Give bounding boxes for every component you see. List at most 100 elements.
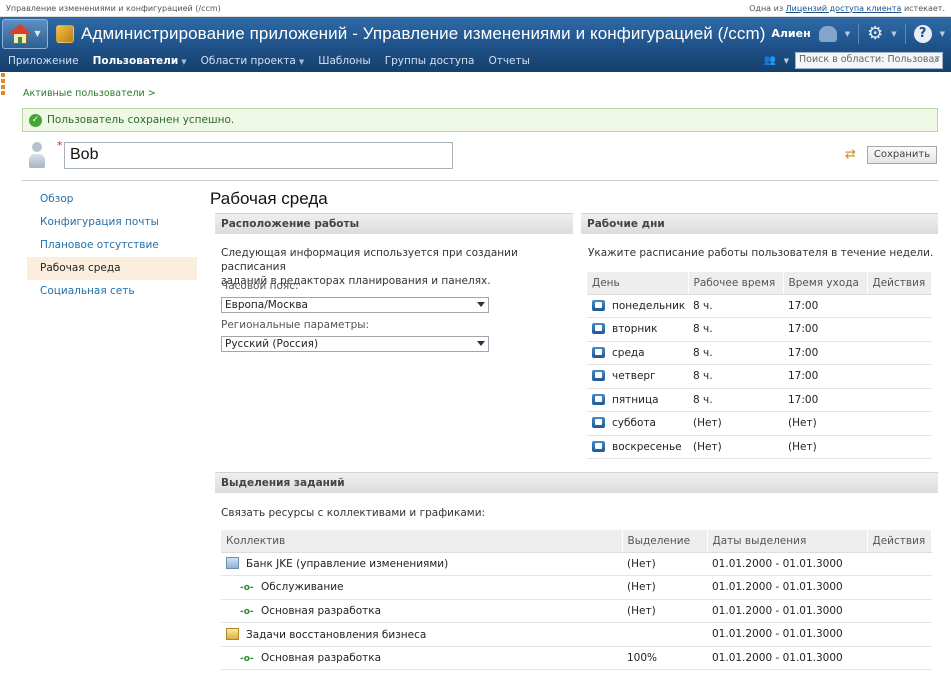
title-banner: ▼ Администрирование приложений - Управле… — [0, 17, 951, 50]
nav-users-label: Пользователи — [92, 55, 179, 67]
team-name: Обслуживание — [261, 581, 344, 594]
sidebar-item-social-network[interactable]: Социальная сеть — [27, 280, 197, 303]
work-days-info: Укажите расписание работы пользователя в… — [588, 247, 934, 259]
dropdown-arrow-icon — [477, 341, 485, 346]
actions-cell — [867, 552, 932, 576]
top-info-bar: Управление изменениями и конфигурацией (… — [0, 0, 951, 17]
nav-templates[interactable]: Шаблоны — [318, 55, 370, 67]
license-link[interactable]: Лицензий доступа клиента — [786, 4, 902, 13]
sidebar-item-absence[interactable]: Плановое отсутствие — [27, 234, 197, 257]
work-hours-cell: 8 ч. — [688, 388, 783, 412]
chevron-down-icon[interactable]: ▼ — [940, 30, 945, 38]
users-filter-icon[interactable]: 👥 — [764, 55, 778, 67]
schedule-icon[interactable] — [592, 393, 605, 405]
allocation-cell: (Нет) — [622, 552, 707, 576]
nav-reports[interactable]: Отчеты — [488, 55, 529, 67]
col-day[interactable]: День — [587, 272, 689, 295]
nav-application[interactable]: Приложение — [8, 55, 79, 67]
day-cell[interactable]: воскресенье — [587, 435, 688, 459]
work-hours-cell: 8 ч. — [688, 294, 783, 318]
chevron-down-icon: ▼ — [298, 58, 305, 66]
day-cell[interactable]: понедельник — [587, 294, 688, 318]
timeline-icon: -o- — [240, 653, 254, 664]
col-work-hours[interactable]: Рабочее время — [688, 272, 784, 295]
work-days-header: Рабочие дни — [581, 213, 938, 234]
search-icon[interactable]: ⌕ — [934, 53, 940, 67]
sidebar-item-work-environment[interactable]: Рабочая среда — [27, 257, 197, 280]
allocations-info: Связать ресурсы с коллективами и графика… — [221, 507, 486, 519]
help-icon[interactable]: ? — [913, 24, 932, 43]
col-team[interactable]: Коллектив — [221, 530, 623, 553]
team-cell[interactable]: -o- Основная разработка — [221, 599, 622, 623]
banner-user-area: Алиен ▼ ⚙ ▼ ? ▼ — [771, 17, 945, 50]
timeline-icon: -o- — [240, 583, 254, 594]
col-allocation[interactable]: Выделение — [622, 530, 708, 553]
actions-cell — [867, 646, 932, 670]
allocation-cell: (Нет) — [622, 575, 707, 600]
day-cell[interactable]: пятница — [587, 388, 688, 412]
save-button[interactable]: Сохранить — [867, 146, 937, 164]
user-group-icon[interactable] — [818, 25, 837, 42]
sidebar-item-mail-config[interactable]: Конфигурация почты — [27, 211, 197, 234]
col-dates[interactable]: Даты выделения — [707, 530, 868, 553]
home-menu-button[interactable]: ▼ — [2, 18, 48, 49]
team-name: Основная разработка — [261, 604, 382, 617]
required-marker: * — [57, 139, 63, 152]
schedule-icon[interactable] — [592, 417, 605, 429]
day-name: пятница — [612, 393, 659, 406]
table-row: среда 8 ч. 17:00 — [587, 341, 932, 365]
schedule-icon[interactable] — [592, 440, 605, 452]
grid-icon[interactable] — [0, 72, 10, 95]
team-cell[interactable]: -o- Основная разработка — [221, 646, 622, 670]
day-name: среда — [612, 346, 645, 359]
chevron-down-icon[interactable]: ▼ — [845, 30, 850, 38]
team-cell[interactable]: Банк JKE (управление изменениями) — [221, 552, 622, 576]
work-hours-cell: 8 ч. — [688, 364, 783, 389]
gear-icon[interactable]: ⚙ — [867, 23, 883, 44]
team-name: Банк JKE (управление изменениями) — [246, 558, 449, 571]
timezone-select[interactable]: Европа/Москва — [221, 297, 489, 313]
actions-cell — [867, 411, 932, 436]
schedule-icon[interactable] — [592, 346, 605, 358]
link-icon[interactable]: ⇄ — [845, 147, 856, 162]
nav-users[interactable]: Пользователи ▼ — [93, 55, 187, 67]
team-name: Основная разработка — [261, 651, 382, 664]
col-actions: Действия — [867, 530, 932, 553]
schedule-icon[interactable] — [592, 323, 605, 335]
sidebar-item-overview[interactable]: Обзор — [27, 188, 197, 211]
locale-select[interactable]: Русский (Россия) — [221, 336, 489, 352]
timezone-value: Европа/Москва — [225, 299, 308, 311]
day-name: вторник — [612, 323, 658, 336]
col-actions: Действия — [867, 272, 932, 295]
chevron-down-icon[interactable]: ▼ — [784, 57, 789, 65]
day-cell[interactable]: вторник — [587, 317, 688, 342]
search-input[interactable]: Поиск в области: Пользоват ⌕ — [795, 52, 943, 69]
actions-cell — [867, 317, 932, 342]
work-hours-cell: 8 ч. — [688, 341, 783, 365]
admin-app-icon — [56, 24, 74, 43]
dates-cell: 01.01.2000 - 01.01.3000 — [707, 622, 867, 647]
team-name: Задачи восстановления бизнеса — [246, 628, 427, 641]
day-cell[interactable]: четверг — [587, 364, 688, 389]
actions-cell — [867, 622, 932, 647]
table-row: -o- Основная разработка (Нет) 01.01.2000 - … — [221, 599, 932, 623]
day-cell[interactable]: суббота — [587, 411, 688, 436]
leave-time-cell: 17:00 — [783, 294, 867, 318]
breadcrumb[interactable]: Активные пользователи > — [23, 88, 156, 99]
day-cell[interactable]: среда — [587, 341, 688, 365]
license-notice: Одна из Лицензий доступа клиента истекае… — [749, 4, 945, 13]
locale-value: Русский (Россия) — [225, 338, 319, 350]
schedule-icon[interactable] — [592, 370, 605, 382]
schedule-icon[interactable] — [592, 299, 605, 311]
user-name-menu[interactable]: Алиен — [771, 27, 810, 40]
team-cell[interactable]: Задачи восстановления бизнеса — [221, 622, 622, 647]
chevron-down-icon[interactable]: ▼ — [891, 30, 896, 38]
actions-cell — [867, 364, 932, 389]
nav-access-groups[interactable]: Группы доступа — [385, 55, 475, 67]
home-icon — [9, 23, 32, 44]
user-name-field[interactable]: Bob — [64, 142, 453, 169]
col-leave-time[interactable]: Время ухода — [783, 272, 868, 295]
timezone-label: Часовой пояс: — [221, 280, 299, 292]
nav-project-areas[interactable]: Области проекта ▼ — [201, 55, 305, 67]
team-cell[interactable]: -o- Обслуживание — [221, 575, 622, 600]
